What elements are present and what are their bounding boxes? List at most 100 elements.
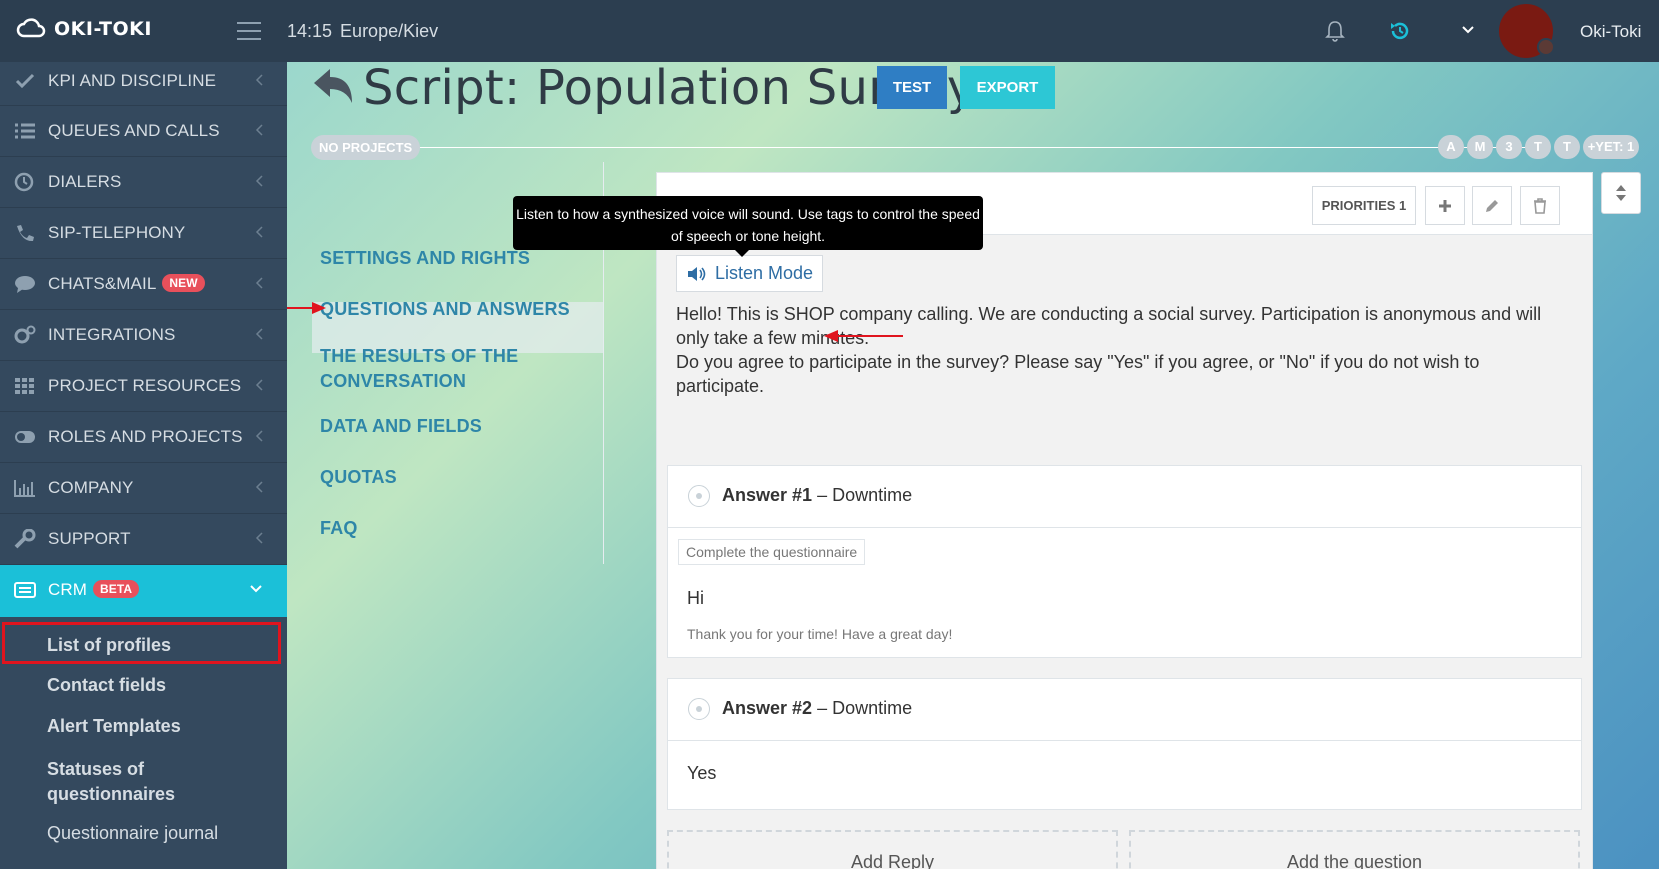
nav-questions-and-answers[interactable]: QUESTIONS AND ANSWERS — [320, 297, 570, 322]
sidebar-item-label: CHATS&MAIL NEW — [48, 274, 205, 294]
chevron-left-icon — [255, 379, 263, 391]
answer-text: Hi — [687, 588, 704, 608]
sidebar-item-crm[interactable]: CRM BETA — [0, 565, 287, 617]
sort-button[interactable] — [1601, 172, 1641, 214]
answer-body: Complete the questionnaire Hi Thank you … — [668, 528, 1581, 656]
answer-radio[interactable] — [688, 698, 710, 720]
sidebar-sub-contact-fields[interactable]: Contact fields — [47, 675, 166, 696]
red-arrow-icon — [824, 330, 903, 342]
beta-badge: BETA — [93, 580, 140, 598]
sidebar-item-label: PROJECT RESOURCES — [48, 376, 242, 395]
back-arrow-icon[interactable] — [312, 67, 356, 105]
current-time: 14:15 — [287, 21, 333, 41]
sidebar-item-company[interactable]: COMPANY — [0, 463, 287, 514]
chevron-left-icon — [255, 328, 263, 340]
answer-subtitle: – Downtime — [817, 485, 913, 505]
nav-quotas[interactable]: QUOTAS — [320, 465, 397, 490]
chevron-left-icon — [255, 481, 263, 493]
user-pill[interactable]: M — [1467, 135, 1493, 159]
chevron-down-icon — [250, 585, 262, 593]
export-button[interactable]: EXPORT — [960, 66, 1055, 109]
answer-tag[interactable]: Complete the questionnaire — [678, 539, 866, 565]
nav-faq[interactable]: FAQ — [320, 516, 358, 541]
refresh-icon[interactable] — [1389, 20, 1411, 42]
cloud-logo-icon — [16, 18, 46, 38]
red-arrow-icon — [287, 302, 326, 314]
nav-results-of-conversation[interactable]: THE RESULTS OF THE CONVERSATION — [320, 344, 540, 394]
logo[interactable]: OKI-TOKI — [16, 18, 152, 40]
sidebar-item-label: INTEGRATIONS — [48, 325, 176, 344]
chat-icon — [15, 276, 35, 293]
plus-icon — [1439, 199, 1451, 212]
clock-icon — [14, 172, 34, 192]
sidebar-sub-statuses[interactable]: Statuses of questionnaires — [47, 757, 247, 807]
sidebar-item-integrations[interactable]: INTEGRATIONS — [0, 310, 287, 361]
listen-mode-button[interactable]: Listen Mode — [676, 255, 823, 292]
chevron-left-icon — [255, 430, 263, 442]
add-reply-button[interactable]: Add Reply — [667, 830, 1118, 869]
chevron-left-icon — [255, 277, 263, 289]
chevron-left-icon — [255, 226, 263, 238]
speaker-icon — [688, 266, 706, 281]
question-panel: PRIORITIES 1 Listen Mode Hello! This is … — [656, 172, 1593, 869]
priorities-button[interactable]: PRIORITIES 1 — [1312, 186, 1416, 225]
sidebar-item-label: QUEUES AND CALLS — [48, 121, 220, 140]
sidebar-item-label: SUPPORT — [48, 529, 131, 548]
clock: 14:15 Europe/Kiev — [287, 21, 438, 42]
delete-button[interactable] — [1520, 186, 1560, 225]
answer-number: Answer #1 — [722, 485, 813, 505]
answer-text: Yes — [687, 763, 717, 783]
sidebar-item-chats[interactable]: CHATS&MAIL NEW — [0, 259, 287, 310]
edit-button[interactable] — [1472, 186, 1512, 225]
answer-title: Answer #2 – Downtime — [722, 698, 912, 719]
sort-icon — [1616, 185, 1626, 201]
user-pill[interactable]: A — [1438, 135, 1464, 159]
crm-label: CRM — [48, 580, 88, 599]
listen-mode-label: Listen Mode — [715, 263, 814, 283]
sidebar-item-resources[interactable]: PROJECT RESOURCES — [0, 361, 287, 412]
sidebar-sub-questionnaire-journal[interactable]: Questionnaire journal — [47, 823, 218, 844]
answer-card: Answer #2 – Downtime Yes — [667, 678, 1582, 810]
avatar[interactable] — [1499, 4, 1555, 58]
status-dot — [1537, 38, 1555, 56]
answer-header[interactable]: Answer #2 – Downtime — [668, 679, 1581, 741]
toggle-icon — [15, 431, 35, 443]
main-content: Script: Population Survey TEST EXPORT NO… — [287, 62, 1659, 869]
new-badge: NEW — [162, 274, 205, 292]
nav-settings-and-rights[interactable]: SETTINGS AND RIGHTS — [320, 246, 530, 271]
menu-toggle-icon[interactable] — [237, 22, 261, 40]
answer-header[interactable]: Answer #1 – Downtime — [668, 466, 1581, 528]
top-bar: OKI-TOKI 14:15 Europe/Kiev Oki-Toki — [0, 0, 1659, 62]
sidebar-sub-alert-templates[interactable]: Alert Templates — [47, 716, 181, 737]
add-button[interactable] — [1425, 186, 1465, 225]
user-pill[interactable]: T — [1525, 135, 1551, 159]
chevron-down-icon[interactable] — [1461, 22, 1475, 36]
chevron-left-icon — [255, 124, 263, 136]
sidebar-sub-list-of-profiles[interactable]: List of profiles — [47, 635, 171, 656]
user-pill[interactable]: T — [1554, 135, 1580, 159]
sidebar-item-queues[interactable]: QUEUES AND CALLS — [0, 106, 287, 157]
sidebar-item-kpi[interactable]: KPI AND DISCIPLINE — [0, 62, 287, 106]
bell-icon[interactable] — [1325, 20, 1345, 42]
timezone: Europe/Kiev — [340, 21, 439, 41]
sidebar-item-dialers[interactable]: DIALERS — [0, 157, 287, 208]
add-question-button[interactable]: Add the question — [1129, 830, 1580, 869]
logo-text: OKI-TOKI — [54, 18, 152, 40]
more-users-pill[interactable]: +YET: 1 — [1583, 135, 1639, 159]
trash-icon — [1534, 197, 1546, 214]
answer-radio[interactable] — [688, 485, 710, 507]
question-line-1: Hello! This is SHOP company calling. We … — [676, 304, 1542, 348]
sidebar-item-roles[interactable]: ROLES AND PROJECTS — [0, 412, 287, 463]
no-projects-badge[interactable]: NO PROJECTS — [311, 135, 421, 160]
listen-mode-tooltip: Listen to how a synthesized voice will s… — [513, 196, 983, 257]
pencil-icon — [1486, 199, 1498, 212]
answer-card: Answer #1 – Downtime Complete the questi… — [667, 465, 1582, 658]
chevron-left-icon — [255, 532, 263, 544]
sidebar-item-support[interactable]: SUPPORT — [0, 514, 287, 565]
nav-data-and-fields[interactable]: DATA AND FIELDS — [320, 414, 482, 439]
sidebar-item-sip[interactable]: SIP-TELEPHONY — [0, 208, 287, 259]
user-pill[interactable]: 3 — [1496, 135, 1522, 159]
test-button[interactable]: TEST — [877, 66, 947, 109]
phone-icon — [17, 225, 34, 242]
username[interactable]: Oki-Toki — [1580, 22, 1641, 42]
